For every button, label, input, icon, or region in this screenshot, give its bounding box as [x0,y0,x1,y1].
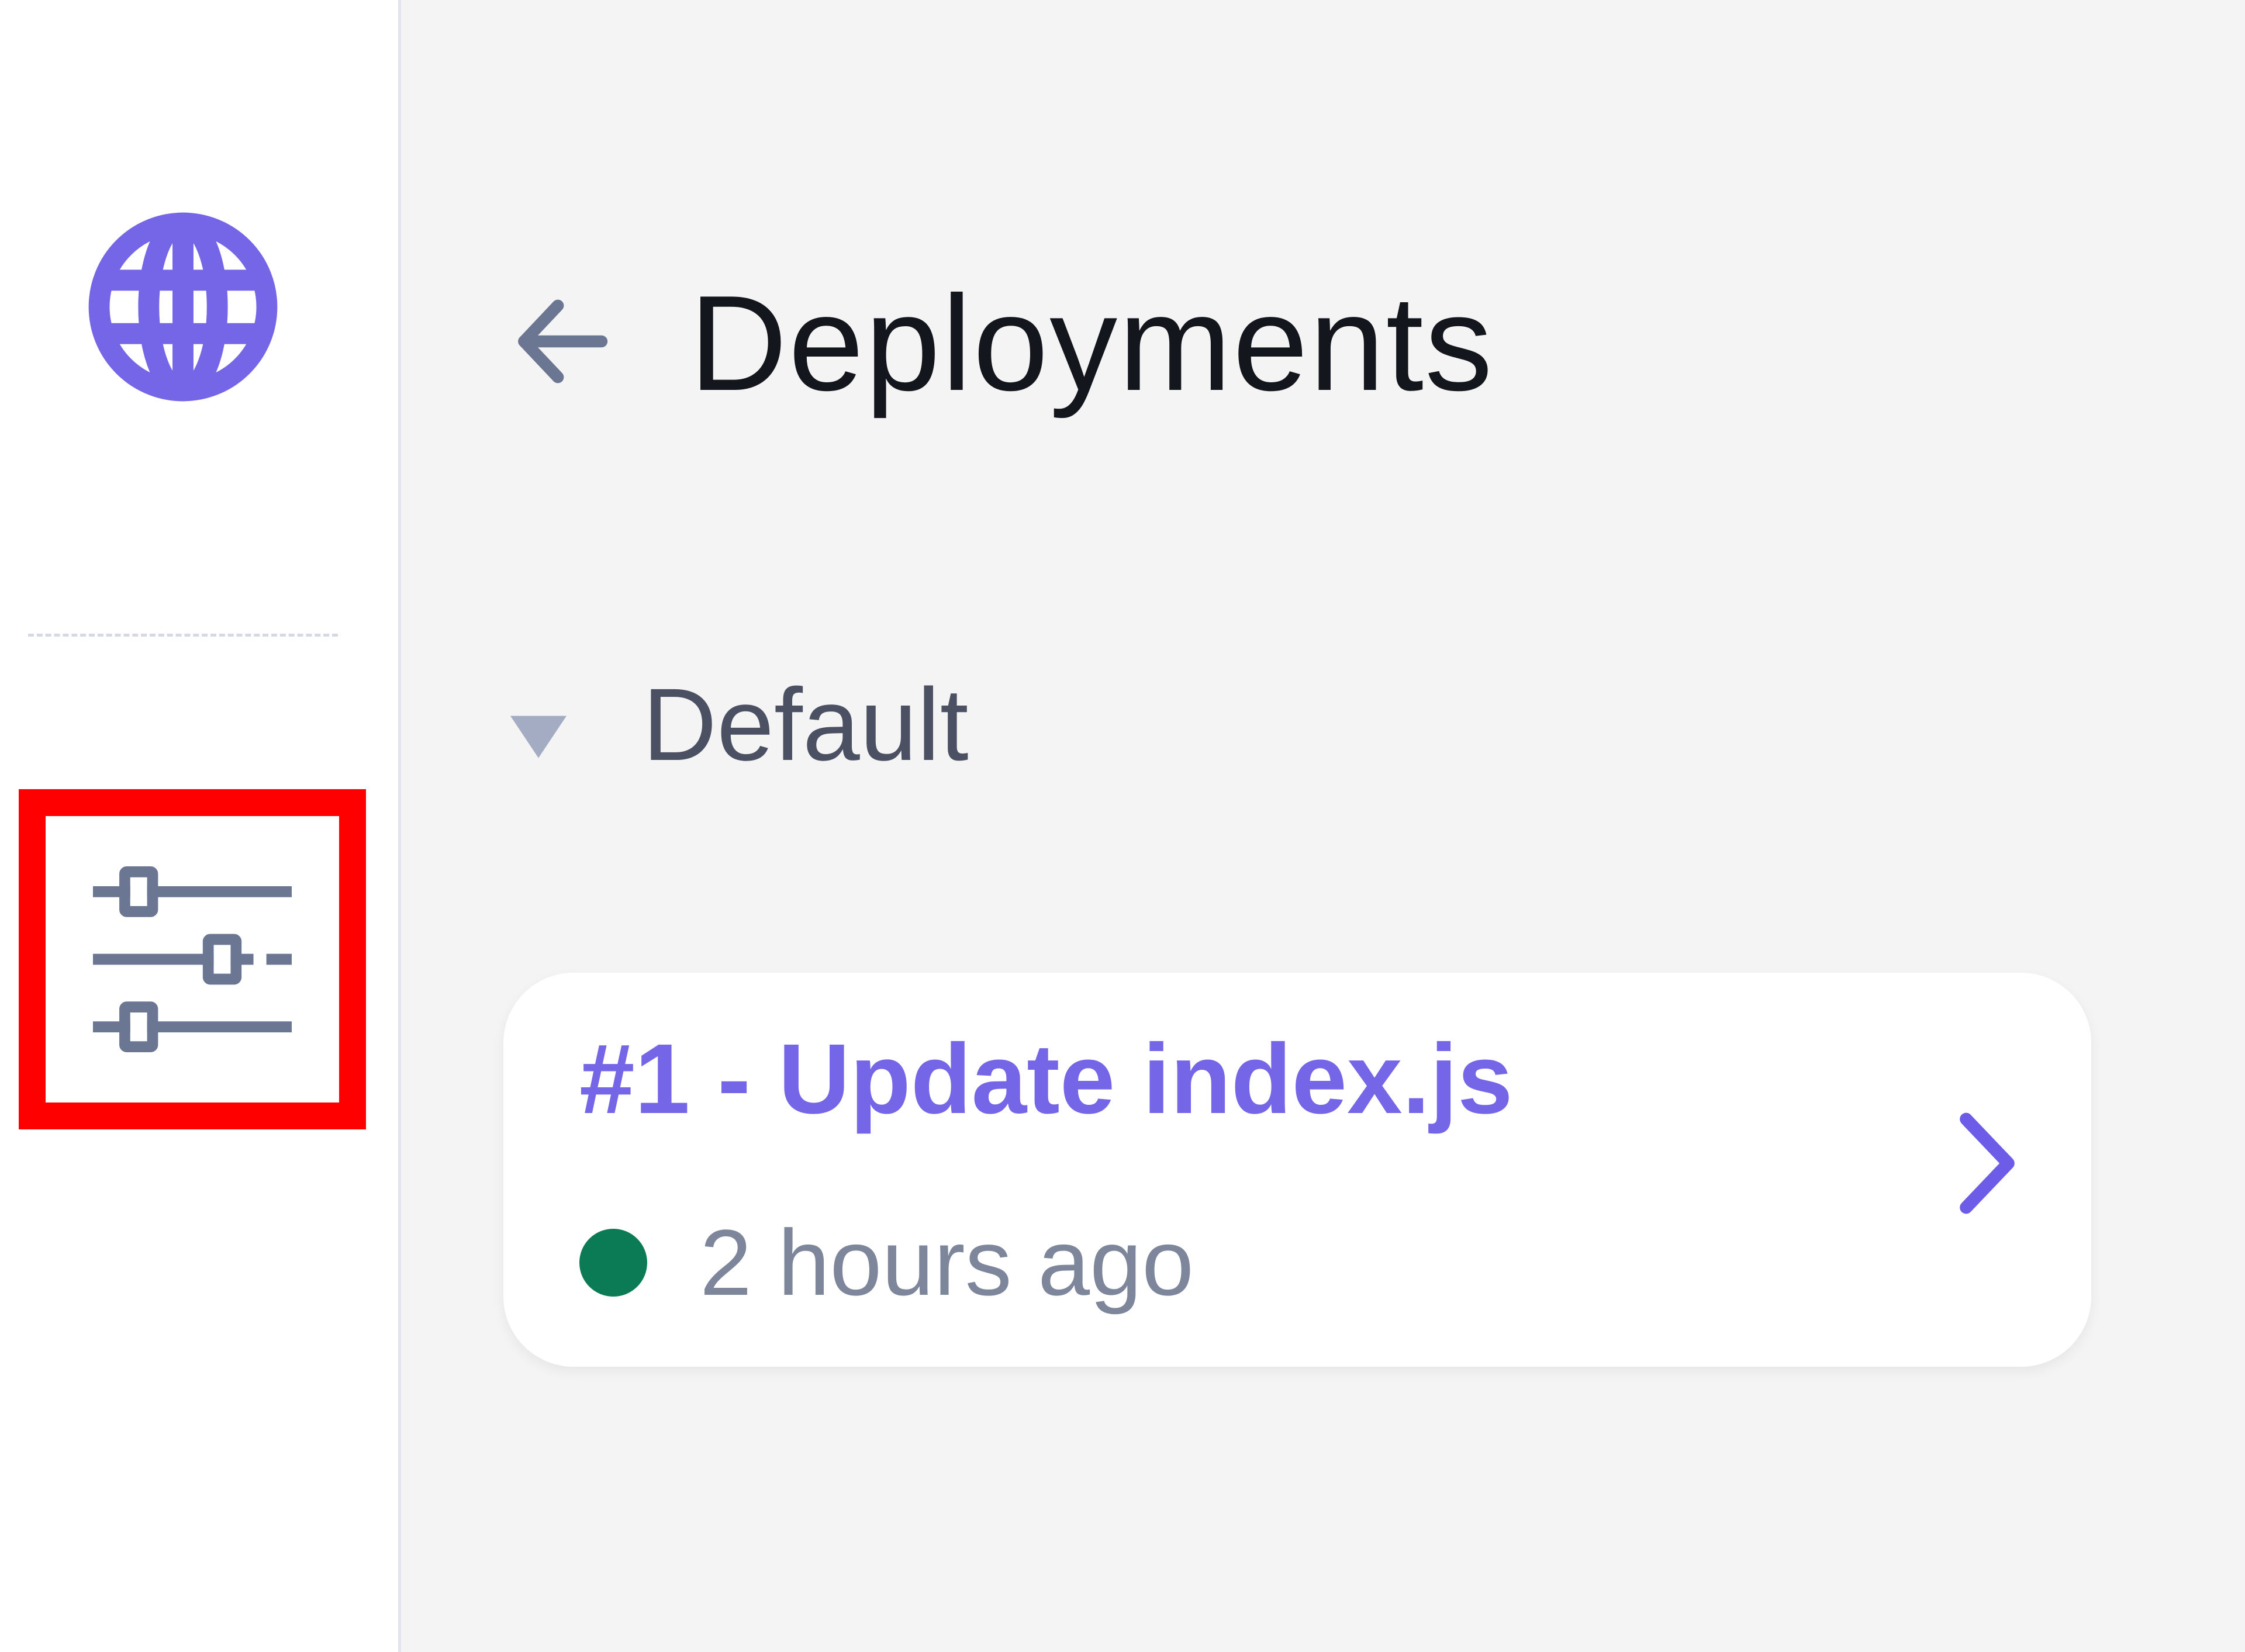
sidebar-item-settings[interactable] [19,789,366,1129]
globe-icon [88,212,278,402]
sidebar-item-globe[interactable] [88,212,278,402]
app-window: Deployments Default #1 - Update index.js… [0,0,2245,1652]
back-button[interactable] [509,289,614,394]
deployment-meta: 2 hours ago [579,1204,1194,1321]
sliders-icon [93,866,292,1052]
status-dot [579,1229,647,1297]
caret-down-icon [498,704,579,769]
arrow-left-icon [518,299,608,383]
section-label: Default [643,668,969,782]
deployment-card[interactable]: #1 - Update index.js 2 hours ago [503,973,2091,1367]
chevron-right-icon [1946,1105,2028,1222]
deployment-title: #1 - Update index.js [579,1024,1513,1135]
section-toggle-default[interactable]: Default [498,666,969,783]
page-title: Deployments [689,268,1494,419]
sidebar-rail [0,0,401,1652]
main-content: Deployments Default #1 - Update index.js… [404,0,2245,1652]
deployment-time: 2 hours ago [700,1210,1194,1315]
sidebar-divider [28,634,338,637]
